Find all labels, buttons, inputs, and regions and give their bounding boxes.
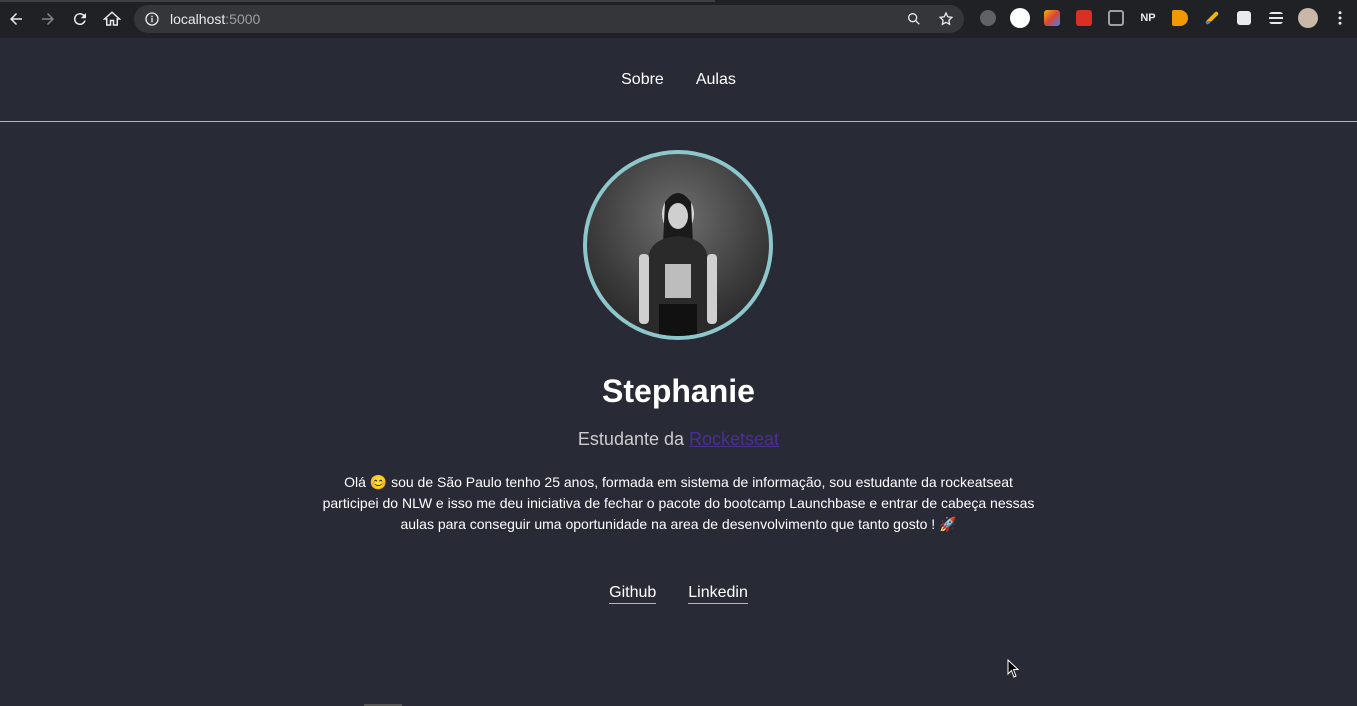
extension-arrow-icon[interactable] (1168, 6, 1192, 30)
profile-name: Stephanie (602, 373, 755, 409)
media-icon[interactable] (1264, 6, 1288, 30)
extension-badge-icon[interactable] (976, 6, 1000, 30)
url-text[interactable]: localhost:5000 (170, 11, 260, 27)
reload-icon[interactable] (64, 3, 96, 35)
extension-np-icon[interactable]: NP (1136, 6, 1160, 30)
extension-color-icon[interactable] (1040, 6, 1064, 30)
nav-link-aulas[interactable]: Aulas (696, 71, 736, 89)
home-icon[interactable] (96, 3, 128, 35)
profile-subtitle: Estudante da Rocketseat (0, 429, 1357, 450)
profile-avatar-image (583, 150, 773, 340)
github-link[interactable]: Github (609, 584, 657, 604)
address-bar[interactable]: localhost:5000 (134, 5, 964, 33)
subtitle-prefix: Estudante da (577, 429, 690, 449)
back-icon[interactable] (0, 3, 32, 35)
profile-avatar[interactable] (1296, 6, 1320, 30)
extension-circle-icon[interactable] (1008, 6, 1032, 30)
extension-frame-icon[interactable] (1104, 6, 1128, 30)
browser-toolbar: localhost:5000 NP (0, 0, 1357, 38)
tab-strip-edge (0, 0, 715, 2)
extension-pen-icon[interactable] (1200, 6, 1224, 30)
site-nav: Sobre Aulas (0, 38, 1357, 122)
info-icon[interactable] (144, 11, 160, 27)
bookmark-star-icon[interactable] (936, 9, 956, 29)
zoom-icon[interactable] (904, 9, 924, 29)
linkedin-link[interactable]: Linkedin (688, 584, 748, 604)
extension-red-icon[interactable] (1072, 6, 1096, 30)
nav-link-sobre[interactable]: Sobre (621, 71, 664, 89)
rocketseat-link[interactable]: Rocketseat (689, 429, 779, 449)
menu-kebab-icon[interactable] (1328, 6, 1352, 30)
social-links: Github Linkedin (0, 584, 1357, 604)
puzzle-icon[interactable] (1232, 6, 1256, 30)
profile-bio: Olá 😊 sou de São Paulo tenho 25 anos, fo… (322, 474, 1035, 532)
forward-icon[interactable] (32, 3, 64, 35)
mouse-cursor-icon (1007, 659, 1020, 678)
